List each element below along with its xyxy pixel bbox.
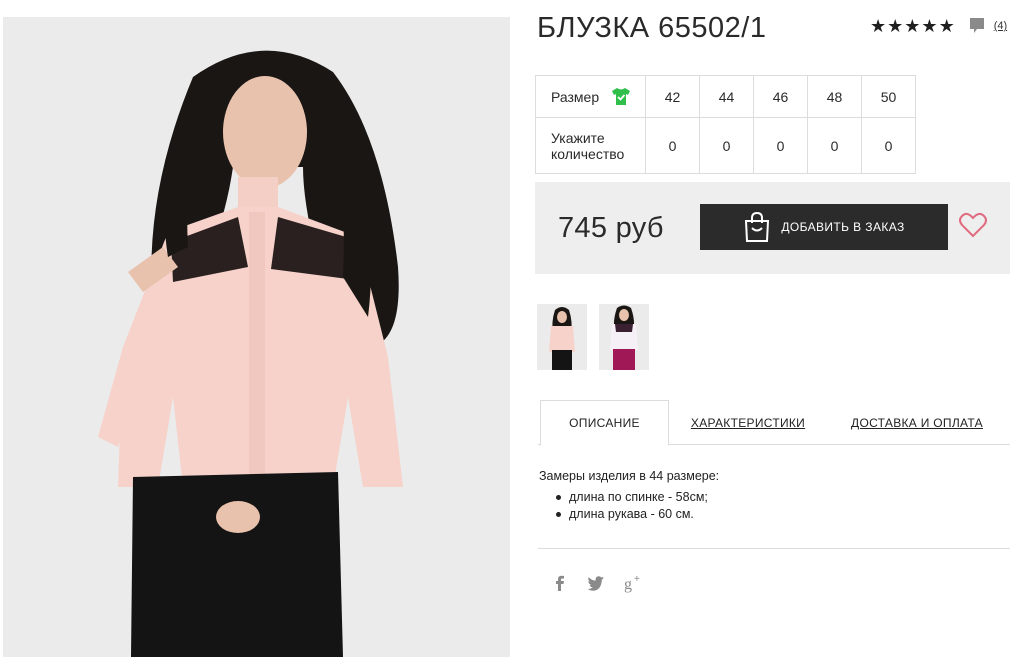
size-quantity-table: Размер 42 44 46 48 50 Укажите количество…: [535, 75, 916, 174]
svg-text:+: +: [634, 574, 640, 585]
description-item: длина по спинке - 58см;: [539, 489, 719, 506]
product-description: Замеры изделия в 44 размере: длина по сп…: [539, 468, 719, 523]
heart-icon[interactable]: [959, 212, 987, 238]
star-icon: ★: [938, 16, 955, 36]
product-rating[interactable]: ★ ★ ★ ★ ★ (4): [870, 17, 1007, 35]
size-label-cell: Размер: [535, 75, 646, 118]
size-option[interactable]: 50: [861, 75, 916, 118]
size-option[interactable]: 46: [753, 75, 808, 118]
star-icon: ★: [904, 16, 921, 36]
product-price: 745 руб: [558, 212, 664, 244]
quantity-input[interactable]: 0: [861, 117, 916, 174]
size-label: Размер: [551, 89, 600, 105]
model-illustration: [3, 17, 510, 657]
product-tabs: ОПИСАНИЕ ХАРАКТЕРИСТИКИ ДОСТАВКА И ОПЛАТ…: [538, 400, 1010, 446]
description-item: длина рукава - 60 см.: [539, 506, 719, 523]
description-list: длина по спинке - 58см; длина рукава - 6…: [539, 489, 719, 523]
add-to-order-label: ДОБАВИТЬ В ЗАКАЗ: [781, 220, 905, 234]
product-title: БЛУЗКА 65502/1: [537, 12, 767, 44]
tab-delivery-payment[interactable]: ДОСТАВКА И ОПЛАТА: [847, 400, 987, 445]
description-intro: Замеры изделия в 44 размере:: [539, 469, 720, 483]
star-icon: ★: [887, 16, 904, 36]
product-thumbnail[interactable]: [537, 304, 587, 370]
add-to-order-button[interactable]: ДОБАВИТЬ В ЗАКАЗ: [700, 204, 948, 250]
product-main-photo[interactable]: [3, 17, 510, 657]
thumbnail-illustration: [537, 304, 587, 370]
quantity-label: Укажите количество: [535, 117, 646, 174]
svg-text:g: g: [624, 576, 632, 593]
tab-characteristics[interactable]: ХАРАКТЕРИСТИКИ: [688, 400, 808, 445]
product-thumbnail[interactable]: [599, 304, 649, 370]
tab-description[interactable]: ОПИСАНИЕ: [540, 400, 669, 446]
quantity-input[interactable]: 0: [807, 117, 862, 174]
comment-icon[interactable]: [969, 17, 985, 35]
star-icon: ★: [870, 16, 887, 36]
google-plus-icon[interactable]: g +: [624, 573, 644, 593]
quantity-input[interactable]: 0: [645, 117, 700, 174]
quantity-input[interactable]: 0: [699, 117, 754, 174]
star-icon: ★: [921, 16, 938, 36]
review-count-link[interactable]: (4): [994, 20, 1007, 32]
thumbnail-illustration: [599, 304, 649, 370]
tshirt-check-icon[interactable]: [611, 87, 631, 106]
divider: [538, 548, 1010, 549]
twitter-icon[interactable]: [586, 573, 606, 593]
facebook-icon[interactable]: [550, 573, 570, 593]
size-option[interactable]: 42: [645, 75, 700, 118]
size-option[interactable]: 48: [807, 75, 862, 118]
price-panel: 745 руб ДОБАВИТЬ В ЗАКАЗ: [535, 182, 1010, 274]
shopping-bag-icon: [745, 211, 770, 242]
size-option[interactable]: 44: [699, 75, 754, 118]
quantity-input[interactable]: 0: [753, 117, 808, 174]
